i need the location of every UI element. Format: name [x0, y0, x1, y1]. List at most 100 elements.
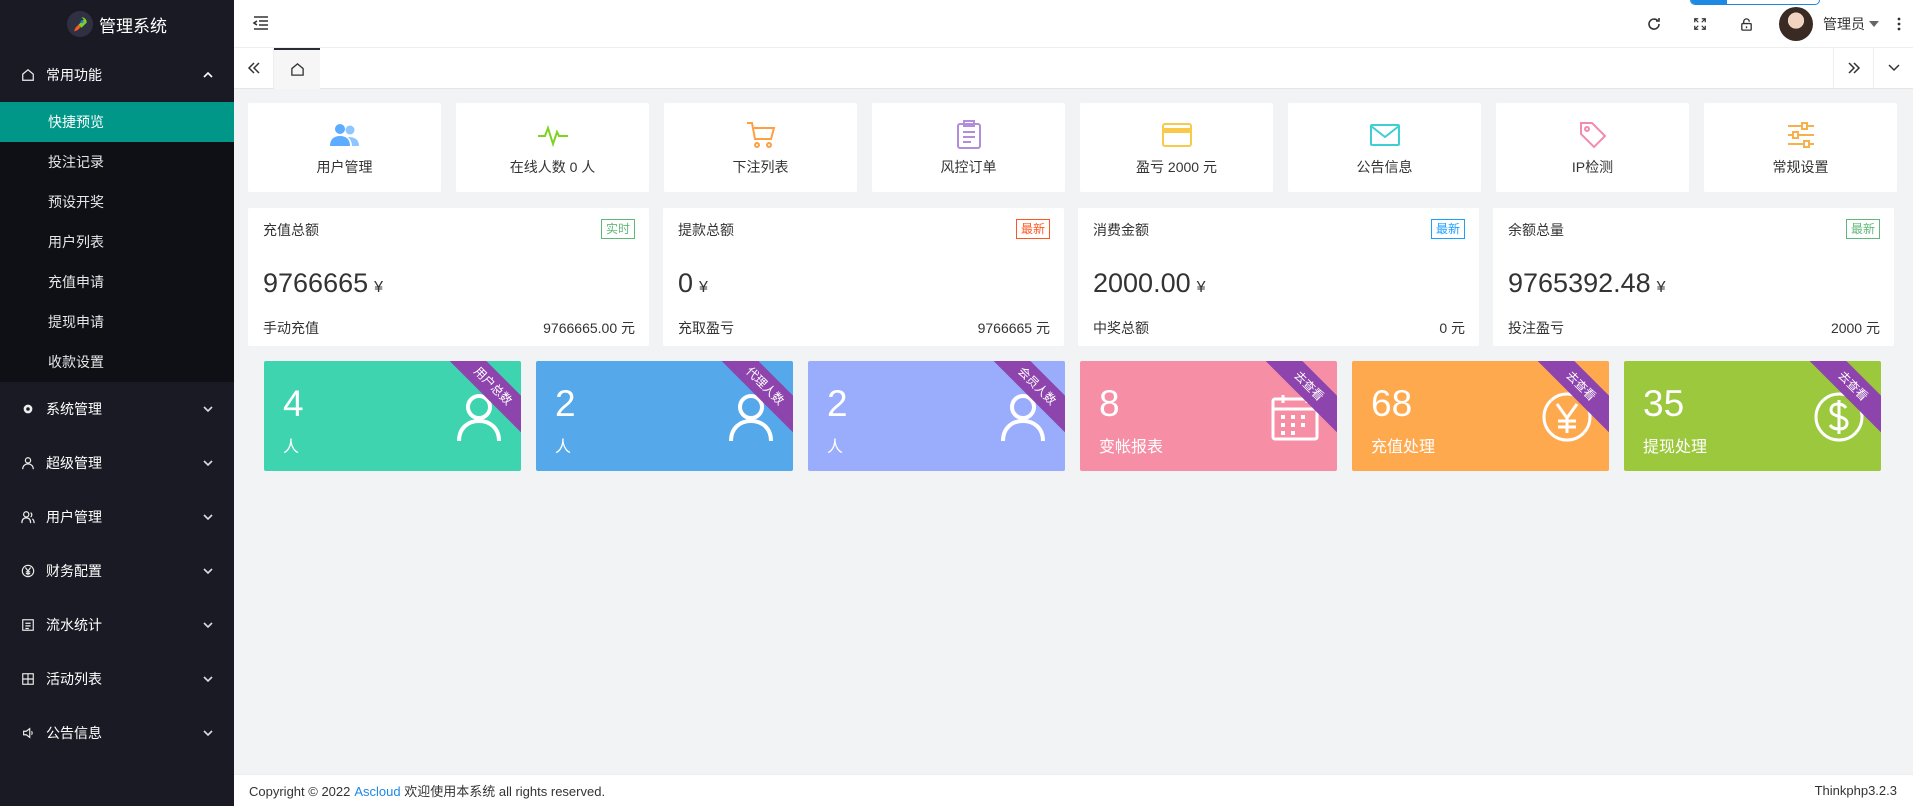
yen-icon — [20, 563, 36, 579]
sidebar-item-recharge-apply[interactable]: 充值申请 — [0, 262, 234, 302]
chevron-down-icon — [203, 460, 213, 467]
footer-copyright: Copyright © 2022 — [249, 784, 351, 799]
menu-group-activities[interactable]: 活动列表 — [0, 652, 234, 706]
stat-title: 消费金额 — [1093, 222, 1149, 238]
shortcut-label: 用户管理 — [316, 158, 373, 175]
refresh-button[interactable] — [1631, 0, 1677, 48]
sidebar-item-quick-preview[interactable]: 快捷预览 — [0, 102, 234, 142]
stat-foot-label: 手动充值 — [263, 320, 319, 336]
stat-foot-value: 2000 元 — [1830, 320, 1880, 336]
chevron-down-icon — [203, 406, 213, 413]
stat-card-withdraw-total: 提款总额 最新 0 ¥ 充取盈亏 9766665 元 — [663, 208, 1064, 346]
stat-unit: ¥ — [699, 279, 708, 296]
card-withdraw-processing[interactable]: 35 提现处理 去查看 — [1624, 361, 1881, 471]
card-label: 变帐报表 — [1099, 439, 1164, 456]
stat-number: 2000.00 — [1093, 268, 1191, 298]
list-icon — [20, 617, 36, 633]
shortcut-user-management[interactable]: 用户管理 — [248, 103, 441, 192]
sliders-icon — [1785, 119, 1817, 151]
stat-unit: ¥ — [374, 279, 384, 296]
user-menu[interactable]: 管理员 — [1769, 0, 1885, 48]
logo[interactable]: 管理系统 — [0, 0, 234, 48]
rocket-icon — [67, 11, 93, 37]
card-number: 35 — [1643, 383, 1685, 424]
stat-foot-value: 9766665.00 元 — [543, 320, 635, 336]
pulse-icon — [537, 119, 569, 151]
stat-value: 0 ¥ — [678, 268, 708, 299]
shortcut-ip-check[interactable]: IP检测 — [1496, 103, 1689, 192]
menu-group-finance[interactable]: 财务配置 — [0, 544, 234, 598]
mail-icon — [1369, 119, 1401, 151]
menu-group-label: 系统管理 — [46, 401, 102, 417]
shortcut-general-settings[interactable]: 常规设置 — [1704, 103, 1897, 192]
fullscreen-button[interactable] — [1677, 0, 1723, 48]
stat-foot-value: 0 元 — [1439, 320, 1465, 336]
menu-group-users[interactable]: 用户管理 — [0, 490, 234, 544]
tab-home[interactable] — [274, 48, 320, 89]
shortcut-risk-orders[interactable]: 风控订单 — [872, 103, 1065, 192]
chevron-down-icon — [203, 568, 213, 575]
submenu-common: 快捷预览 投注记录 预设开奖 用户列表 充值申请 提现申请 收款设置 — [0, 102, 234, 382]
shortcut-notices[interactable]: 公告信息 — [1288, 103, 1481, 192]
footer-text: 欢迎使用本系统 all rights reserved. — [404, 784, 606, 799]
card-agents[interactable]: 2 人 代理人数 — [536, 361, 793, 471]
card-total-users[interactable]: 4 人 用户总数 — [264, 361, 521, 471]
card-members[interactable]: 2 人 会员人数 — [808, 361, 1065, 471]
menu-group-label: 用户管理 — [46, 509, 102, 525]
lock-icon — [1740, 17, 1752, 31]
top-decoration — [1690, 0, 1820, 5]
shortcut-label: 公告信息 — [1356, 158, 1413, 175]
card-label: 提现处理 — [1643, 439, 1708, 456]
footer-link[interactable]: Ascloud — [354, 784, 400, 799]
card-label: 充值处理 — [1371, 439, 1436, 456]
sidebar-item-bet-records[interactable]: 投注记录 — [0, 142, 234, 182]
chevron-down-icon — [203, 676, 213, 683]
header-right: 管理员 — [1631, 0, 1913, 48]
menu-fold-icon[interactable] — [252, 14, 270, 32]
footer-left: Copyright © 2022 Ascloud 欢迎使用本系统 all righ… — [249, 781, 609, 800]
card-label: 人 — [555, 439, 572, 456]
stat-title: 充值总额 — [263, 222, 319, 238]
stat-card-consumption: 消费金额 最新 2000.00 ¥ 中奖总额 0 元 — [1078, 208, 1479, 346]
menu-group-super[interactable]: 超级管理 — [0, 436, 234, 490]
card-account-change-report[interactable]: 8 变帐报表 去查看 — [1080, 361, 1337, 471]
sidebar-item-withdraw-apply[interactable]: 提现申请 — [0, 302, 234, 342]
menu-group-common[interactable]: 常用功能 — [0, 48, 234, 102]
stat-foot-label: 充取盈亏 — [678, 320, 734, 336]
menu-group-system[interactable]: 系统管理 — [0, 382, 234, 436]
home-icon — [20, 67, 36, 83]
tab-options-button[interactable] — [1873, 48, 1913, 88]
users-icon — [329, 119, 361, 151]
sidebar-item-user-list[interactable]: 用户列表 — [0, 222, 234, 262]
stat-title: 提款总额 — [678, 222, 734, 238]
shortcut-profit-loss[interactable]: 盈亏 2000 元 — [1080, 103, 1273, 192]
stat-value: 9765392.48 ¥ — [1508, 268, 1666, 299]
shortcut-label: 常规设置 — [1772, 158, 1829, 175]
stat-unit: ¥ — [1196, 279, 1206, 296]
shortcut-bet-list[interactable]: 下注列表 — [664, 103, 857, 192]
chevron-down-icon — [203, 730, 213, 737]
double-chevron-left-icon — [247, 62, 260, 74]
menu-group-label: 公告信息 — [46, 725, 102, 741]
main-content: 用户管理 在线人数 0 人 下注列表 风控订单 盈亏 2000 元 公告信息 I… — [234, 90, 1913, 774]
stats-row: 充值总额 实时 9766665 ¥ 手动充值 9766665.00 元 提款总额 … — [248, 208, 1894, 346]
home-icon — [290, 63, 304, 76]
stat-title: 余额总量 — [1508, 222, 1564, 238]
card-recharge-processing[interactable]: 68 充值处理 去查看 — [1352, 361, 1609, 471]
sidebar-item-preset-draw[interactable]: 预设开奖 — [0, 182, 234, 222]
more-button[interactable] — [1885, 0, 1913, 48]
card-number: 2 — [827, 383, 848, 424]
tab-scroll-left-button[interactable] — [234, 48, 274, 88]
menu-group-flow-stats[interactable]: 流水统计 — [0, 598, 234, 652]
card-icon — [1161, 119, 1193, 151]
menu-group-notices[interactable]: 公告信息 — [0, 706, 234, 760]
tab-scroll-right-button[interactable] — [1833, 48, 1873, 88]
sidebar-item-payment-settings[interactable]: 收款设置 — [0, 342, 234, 382]
stat-number: 0 — [678, 268, 694, 298]
shortcut-online-users[interactable]: 在线人数 0 人 — [456, 103, 649, 192]
lock-screen-button[interactable] — [1723, 0, 1769, 48]
refresh-icon — [1648, 18, 1660, 30]
menu-group-label: 财务配置 — [46, 563, 102, 579]
chevron-down-icon — [203, 622, 213, 629]
avatar — [1779, 7, 1813, 41]
